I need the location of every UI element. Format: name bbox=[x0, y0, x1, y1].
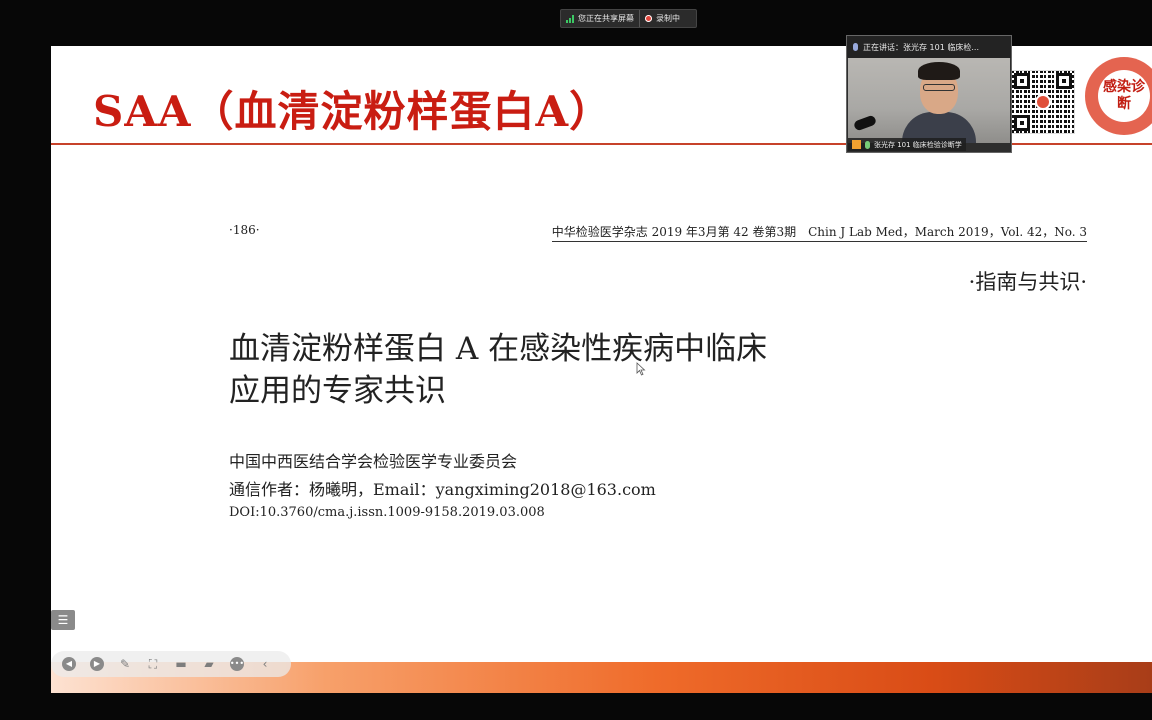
qr-finder bbox=[1014, 115, 1030, 131]
qr-finder bbox=[1014, 73, 1030, 89]
record-icon bbox=[645, 15, 652, 22]
signal-icon bbox=[566, 14, 574, 23]
list-icon: ☰ bbox=[57, 613, 69, 627]
more-button[interactable]: ••• bbox=[227, 654, 247, 674]
pen-button[interactable]: ✎ bbox=[115, 654, 135, 674]
brand-logo: 感染诊断 bbox=[1085, 57, 1152, 135]
participant-name-tag: 张光存 101 临床检验诊断学 bbox=[848, 138, 966, 151]
brand-logo-text: 感染诊断 bbox=[1098, 70, 1150, 122]
author-organization: 中国中西医结合学会检验医学专业委员会 bbox=[229, 452, 518, 471]
more-icon: ••• bbox=[230, 657, 244, 671]
pen-icon: ✎ bbox=[119, 657, 131, 671]
paper-title-line1: 血清淀粉样蛋白 A 在感染性疾病中临床 bbox=[229, 331, 768, 367]
slide-list-button[interactable]: ☰ bbox=[51, 610, 75, 630]
corresponding-author: 通信作者：杨曦明，Email：yangximing2018@163.com bbox=[229, 480, 656, 499]
qr-center-logo bbox=[1035, 94, 1051, 110]
speaking-indicator: 正在讲话：张光存 101 临床检... bbox=[847, 36, 1011, 58]
recording-status[interactable]: 录制中 bbox=[639, 10, 685, 27]
mouse-cursor-icon bbox=[636, 362, 646, 376]
chat-icon: ▰ bbox=[204, 657, 214, 671]
screenshot-button[interactable]: ⛶ bbox=[143, 654, 163, 674]
doi: DOI:10.3760/cma.j.issn.1009-9158.2019.03… bbox=[229, 505, 545, 520]
prev-slide-button[interactable]: ◀ bbox=[59, 654, 79, 674]
recording-label: 录制中 bbox=[656, 14, 680, 23]
sharing-label: 您正在共享屏幕 bbox=[578, 14, 634, 23]
avatar-icon bbox=[852, 140, 861, 149]
collapse-icon: ‹ bbox=[262, 657, 268, 671]
video-button[interactable]: ▬ bbox=[171, 654, 191, 674]
video-feed bbox=[848, 58, 1010, 143]
next-slide-button[interactable]: ▶ bbox=[87, 654, 107, 674]
qr-code bbox=[1011, 70, 1075, 134]
presentation-toolbar: ◀ ▶ ✎ ⛶ ▬ ▰ ••• ‹ bbox=[51, 651, 291, 677]
qr-finder bbox=[1056, 73, 1072, 89]
next-icon: ▶ bbox=[90, 657, 104, 671]
journal-citation: 中华检验医学杂志 2019 年3月第 42 卷第3期 Chin J Lab Me… bbox=[551, 223, 1087, 242]
chat-button[interactable]: ▰ bbox=[199, 654, 219, 674]
speaker-hair bbox=[918, 62, 960, 80]
screen-share-bar: 您正在共享屏幕 录制中 bbox=[560, 9, 697, 28]
speaker-glasses bbox=[923, 84, 955, 91]
mic-on-icon bbox=[865, 140, 870, 149]
mic-icon bbox=[853, 43, 858, 51]
collapse-toolbar-button[interactable]: ‹ bbox=[255, 654, 275, 674]
video-icon: ▬ bbox=[175, 657, 187, 671]
section-label: ·指南与共识· bbox=[968, 270, 1087, 294]
speaker-video-window[interactable]: 正在讲话：张光存 101 临床检... 张光存 101 临床检验诊断学 bbox=[846, 35, 1012, 153]
sharing-status[interactable]: 您正在共享屏幕 bbox=[561, 10, 639, 27]
paper-title-line2: 应用的专家共识 bbox=[229, 373, 446, 409]
page-number: ·186· bbox=[229, 223, 260, 237]
speaking-label: 正在讲话：张光存 101 临床检... bbox=[863, 42, 979, 52]
prev-icon: ◀ bbox=[62, 657, 76, 671]
participant-name: 张光存 101 临床检验诊断学 bbox=[874, 140, 962, 149]
microphone bbox=[852, 114, 878, 132]
screenshot-icon: ⛶ bbox=[148, 657, 158, 671]
paper-title: 血清淀粉样蛋白 A 在感染性疾病中临床 应用的专家共识 bbox=[229, 328, 929, 412]
slide-title: SAA（血清淀粉样蛋白A） bbox=[93, 87, 613, 136]
